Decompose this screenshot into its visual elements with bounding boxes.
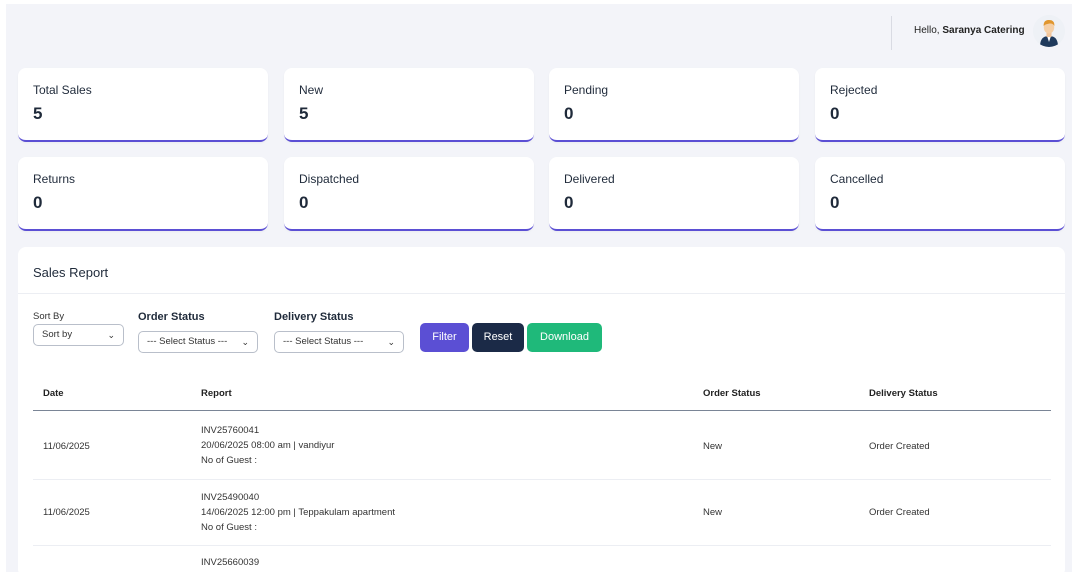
avatar[interactable] (1033, 15, 1065, 47)
chevron-down-icon: ⌄ (107, 330, 115, 340)
order-status-select[interactable]: --- Select Status --- ⌄ (138, 331, 258, 353)
stat-label: New (299, 83, 324, 97)
row-invoice: INV25490040 (201, 492, 260, 503)
user-greeting: Hello, Saranya Catering (914, 25, 1025, 36)
stat-label: Total Sales (33, 83, 92, 97)
stat-value: 0 (830, 104, 840, 123)
row-guests: No of Guest : (201, 455, 257, 466)
chevron-down-icon: ⌄ (241, 337, 249, 347)
row-schedule: 20/06/2025 08:00 am | vandiyur (201, 440, 335, 451)
order-status-label: Order Status (138, 311, 205, 323)
stat-card-pending: Pending 0 (549, 68, 799, 142)
row-guests: No of Guest : (201, 522, 257, 533)
stat-label: Returns (33, 172, 76, 186)
stat-label: Cancelled (830, 172, 884, 186)
stat-value: 0 (33, 193, 43, 212)
delivery-status-value: --- Select Status --- (283, 336, 364, 347)
stat-value: 0 (564, 104, 574, 123)
stat-card-returns: Returns 0 (18, 157, 268, 231)
download-button[interactable]: Download (527, 323, 602, 352)
table-header-divider (33, 410, 1051, 411)
stat-label: Pending (564, 83, 609, 97)
column-header-delivery-status: Delivery Status (869, 388, 938, 399)
user-name: Saranya Catering (942, 25, 1025, 36)
panel-title: Sales Report (33, 265, 109, 280)
row-invoice: INV25760041 (201, 425, 260, 436)
header-divider (891, 16, 892, 50)
panel-divider (18, 293, 1065, 294)
row-delivery-status: Order Created (869, 441, 930, 452)
chevron-down-icon: ⌄ (387, 337, 395, 347)
stat-card-total-sales: Total Sales 5 (18, 68, 268, 142)
delivery-status-select[interactable]: --- Select Status --- ⌄ (274, 331, 404, 353)
sort-by-value: Sort by (42, 329, 73, 340)
delivery-status-label: Delivery Status (274, 311, 354, 323)
user-avatar-icon (1033, 15, 1065, 47)
column-header-report: Report (201, 388, 232, 399)
row-delivery-status: Order Created (869, 507, 930, 518)
greeting-prefix: Hello, (914, 25, 940, 36)
stat-card-cancelled: Cancelled 0 (815, 157, 1065, 231)
row-order-status: New (703, 441, 723, 452)
stat-card-rejected: Rejected 0 (815, 68, 1065, 142)
stat-value: 0 (564, 193, 574, 212)
row-order-status: New (703, 507, 723, 518)
stat-value: 5 (299, 104, 309, 123)
row-date: 11/06/2025 (43, 507, 90, 518)
top-bar: Hello, Saranya Catering (6, 4, 1072, 60)
row-schedule: 14/06/2025 12:00 pm | Teppakulam apartme… (201, 507, 396, 518)
stat-label: Dispatched (299, 172, 360, 186)
row-divider (33, 545, 1051, 546)
filter-button[interactable]: Filter (420, 323, 469, 352)
sort-by-label: Sort By (33, 311, 65, 322)
stat-label: Delivered (564, 172, 615, 186)
stat-label: Rejected (830, 83, 878, 97)
reset-button[interactable]: Reset (472, 323, 524, 352)
stat-value: 5 (33, 104, 43, 123)
row-invoice: INV25660039 (201, 557, 260, 568)
column-header-order-status: Order Status (703, 388, 761, 399)
stat-value: 0 (299, 193, 309, 212)
sales-report-panel: Sales Report Sort By Sort by ⌄ Order Sta… (18, 247, 1065, 572)
stat-card-dispatched: Dispatched 0 (284, 157, 534, 231)
row-divider (33, 479, 1051, 480)
column-header-date: Date (43, 388, 64, 399)
row-date: 11/06/2025 (43, 441, 90, 452)
stat-value: 0 (830, 193, 840, 212)
app-window: Hello, Saranya Catering Total Sales 5 Ne… (6, 4, 1072, 572)
stat-card-new: New 5 (284, 68, 534, 142)
sort-by-select[interactable]: Sort by ⌄ (33, 324, 124, 346)
stat-card-delivered: Delivered 0 (549, 157, 799, 231)
order-status-value: --- Select Status --- (147, 336, 228, 347)
